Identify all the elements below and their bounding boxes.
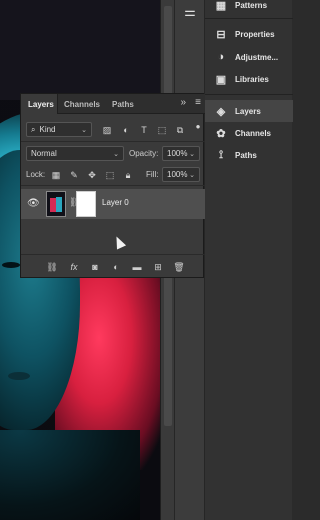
panel-menu-icon[interactable]: ≡: [195, 97, 201, 108]
dock-item-label: Patterns: [235, 0, 268, 10]
collapse-panel-icon[interactable]: »: [180, 97, 186, 108]
panel-divider: [21, 141, 205, 142]
search-icon: ⌕: [31, 124, 36, 134]
fx-icon[interactable]: fx: [67, 260, 81, 274]
filter-row: ⌕ Kind ⌄ ▨ ◐ T ⬚ ⧉ ●: [21, 121, 205, 139]
dock-divider: [205, 18, 293, 19]
fill-value: 100%: [167, 170, 188, 179]
blend-mode-select[interactable]: Normal ⌄: [26, 146, 124, 161]
dock-item-paths[interactable]: ⟟ Paths: [205, 144, 293, 166]
channels-icon: ✿: [216, 127, 226, 140]
dock-item-properties[interactable]: ⊟ Properties: [205, 23, 293, 45]
photo-lips: [8, 372, 30, 380]
fill-input[interactable]: 100% ⌄: [162, 167, 200, 182]
properties-icon: ⊟: [216, 28, 226, 41]
chevron-down-icon: ⌄: [189, 171, 195, 179]
adjustment-layer-icon[interactable]: ◐: [109, 260, 123, 274]
filter-kind-select[interactable]: ⌕ Kind ⌄: [26, 122, 92, 137]
delete-layer-icon[interactable]: 🗑︎: [172, 260, 186, 274]
filter-adjustment-icon[interactable]: ◐: [120, 124, 132, 136]
layer-mask-thumbnail[interactable]: [76, 191, 96, 217]
right-dock: ▦ Patterns ⊟ Properties ◑ Adjustme... ▣ …: [204, 0, 293, 520]
dock-item-label: Properties: [235, 29, 275, 39]
dock-item-channels[interactable]: ✿ Channels: [205, 122, 293, 144]
link-layers-icon[interactable]: ⛓︎: [45, 260, 59, 274]
dock-item-patterns[interactable]: ▦ Patterns: [205, 0, 293, 16]
layers-bottom-bar: ⛓︎ fx ◙ ◐ ▬ ⊞ 🗑︎: [21, 254, 205, 278]
filter-kind-value: Kind: [39, 125, 56, 134]
lock-artboard-icon[interactable]: ⬚: [104, 169, 116, 181]
dock-item-label: Channels: [235, 128, 272, 138]
photo-shoulder: [0, 430, 140, 520]
lock-all-icon[interactable]: 🔒︎: [122, 169, 134, 181]
chevron-down-icon: ⌄: [113, 150, 119, 158]
filter-type-icon[interactable]: T: [138, 124, 150, 136]
dock-item-layers[interactable]: ◈ Layers: [205, 100, 293, 122]
blend-row: Normal ⌄ Opacity: 100% ⌄: [21, 145, 205, 163]
layer-row[interactable]: 👁︎ ⛓︎ Layer 0: [21, 189, 205, 219]
filter-pixel-icon[interactable]: ▨: [101, 124, 113, 136]
lock-image-icon[interactable]: ✎: [68, 169, 80, 181]
opacity-input[interactable]: 100% ⌄: [162, 146, 200, 161]
dock-divider: [205, 94, 293, 95]
filter-toggle-icon[interactable]: ●: [192, 120, 204, 132]
tab-channels[interactable]: Channels: [64, 94, 106, 114]
layer-thumbnail: [46, 191, 66, 217]
photo-eye: [2, 262, 20, 268]
lock-transparent-icon[interactable]: ▦: [50, 169, 62, 181]
filter-smart-object-icon[interactable]: ⧉: [174, 124, 186, 136]
adjustments-icon: ◑: [217, 51, 225, 63]
dock-item-label: Paths: [235, 150, 257, 160]
new-layer-icon[interactable]: ⊞: [151, 260, 165, 274]
lock-row: Lock: ▦ ✎ ✥ ⬚ 🔒︎ Fill: 100% ⌄: [21, 167, 205, 183]
fill-label: Fill:: [146, 170, 159, 179]
opacity-value: 100%: [167, 149, 188, 158]
add-mask-icon[interactable]: ◙: [88, 260, 102, 274]
opacity-label: Opacity:: [129, 149, 159, 158]
paths-icon: ⟟: [218, 148, 224, 161]
tab-paths[interactable]: Paths: [112, 94, 142, 114]
panel-tabbar: Layers Channels Paths » ≡: [21, 94, 205, 114]
chevron-down-icon: ⌄: [81, 126, 87, 134]
pasteboard: [0, 0, 160, 100]
layer-name[interactable]: Layer 0: [102, 198, 129, 207]
blend-mode-value: Normal: [31, 149, 57, 158]
sliders-icon[interactable]: ⚌: [179, 2, 201, 22]
layers-panel: Layers Channels Paths » ≡ ⌕ Kind ⌄ ▨ ◐ T…: [20, 93, 205, 278]
patterns-icon: ▦: [215, 0, 227, 12]
new-group-icon[interactable]: ▬: [130, 260, 144, 274]
chevron-down-icon: ⌄: [189, 150, 195, 158]
panel-divider: [21, 185, 205, 186]
layers-icon: ◈: [216, 105, 226, 118]
dock-item-adjustments[interactable]: ◑ Adjustme...: [205, 46, 293, 68]
libraries-icon: ▣: [215, 73, 227, 86]
dock-item-label: Layers: [235, 106, 261, 116]
thumbnail-cyan-shape: [56, 197, 62, 212]
lock-label: Lock:: [26, 170, 46, 179]
dock-item-libraries[interactable]: ▣ Libraries: [205, 68, 293, 90]
visibility-eye-icon[interactable]: 👁︎: [27, 198, 40, 209]
dock-item-label: Adjustme...: [235, 52, 279, 62]
tab-layers[interactable]: Layers: [21, 94, 58, 114]
lock-position-icon[interactable]: ✥: [86, 169, 98, 181]
dock-item-label: Libraries: [235, 74, 269, 84]
filter-shape-icon[interactable]: ⬚: [156, 124, 168, 136]
